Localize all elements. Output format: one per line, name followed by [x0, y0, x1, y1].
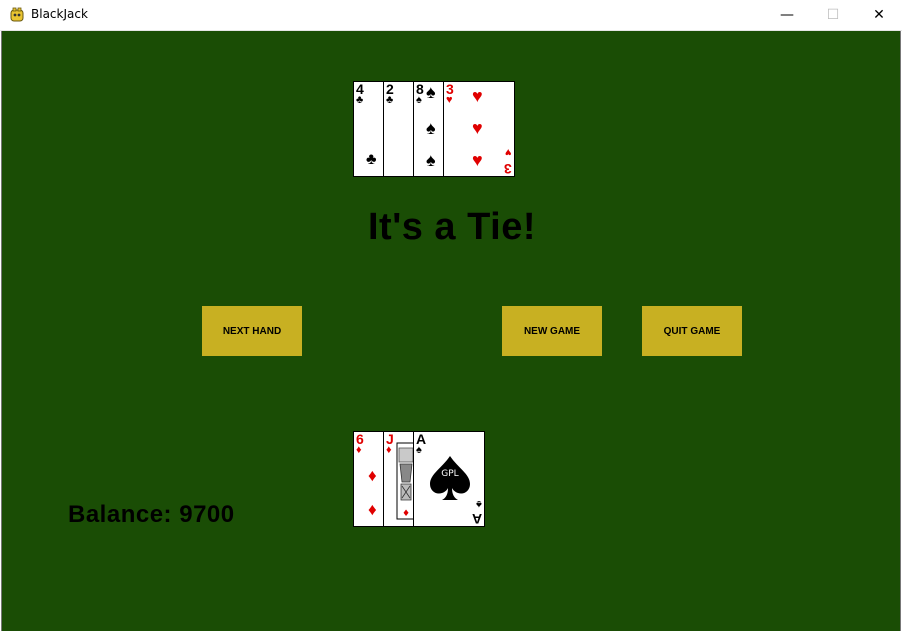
- close-button[interactable]: ✕: [856, 0, 902, 30]
- balance-value: 9700: [179, 501, 235, 528]
- app-icon: [10, 7, 24, 22]
- svg-text:♦: ♦: [402, 509, 410, 519]
- balance-display: Balance: 9700: [68, 501, 235, 529]
- title-bar: BlackJack — ☐ ✕: [0, 0, 902, 31]
- new-game-button[interactable]: NEW GAME: [502, 306, 602, 356]
- heart-icon: ♥: [472, 150, 483, 170]
- player-card: A ♠ GPL ♠ A: [413, 431, 485, 527]
- game-table: 4 ♣ ♣ 2 ♣ 8 ♠ ♠ ♠ ♠ 3 ♥ ♥ ♥ ♥ 3 ♥ It's a…: [1, 31, 901, 631]
- heart-icon: ♥: [472, 86, 483, 106]
- spade-icon: ♠: [426, 118, 436, 138]
- result-message: It's a Tie!: [367, 206, 536, 248]
- window-title: BlackJack: [31, 7, 88, 21]
- heart-icon: ♥: [446, 94, 453, 106]
- card-rank-inverted: 3: [504, 161, 512, 177]
- minimize-button[interactable]: —: [764, 0, 810, 30]
- next-hand-button[interactable]: NEXT HAND: [202, 306, 302, 356]
- quit-game-button[interactable]: QUIT GAME: [642, 306, 742, 356]
- card-rank-inverted: A: [471, 511, 482, 527]
- diamond-icon: ♦: [368, 466, 377, 485]
- club-icon: ♣: [366, 151, 377, 168]
- diamond-icon: ♦: [356, 444, 362, 456]
- balance-label: Balance:: [68, 501, 173, 528]
- maximize-button[interactable]: ☐: [810, 0, 856, 30]
- diamond-icon: ♦: [386, 444, 392, 456]
- diamond-icon: ♦: [368, 500, 377, 519]
- ace-center-text: GPL: [441, 469, 459, 479]
- spade-icon: ♠: [426, 82, 436, 102]
- spade-icon: ♠: [416, 444, 422, 456]
- dealer-card: 3 ♥ ♥ ♥ ♥ 3 ♥: [443, 81, 515, 177]
- heart-icon: ♥: [472, 118, 483, 138]
- spade-icon: ♠: [416, 94, 422, 106]
- spade-icon: ♠: [476, 498, 482, 510]
- club-icon: ♣: [356, 94, 364, 106]
- heart-icon: ♥: [505, 146, 512, 158]
- spade-icon: ♠: [426, 150, 436, 170]
- club-icon: ♣: [386, 94, 394, 106]
